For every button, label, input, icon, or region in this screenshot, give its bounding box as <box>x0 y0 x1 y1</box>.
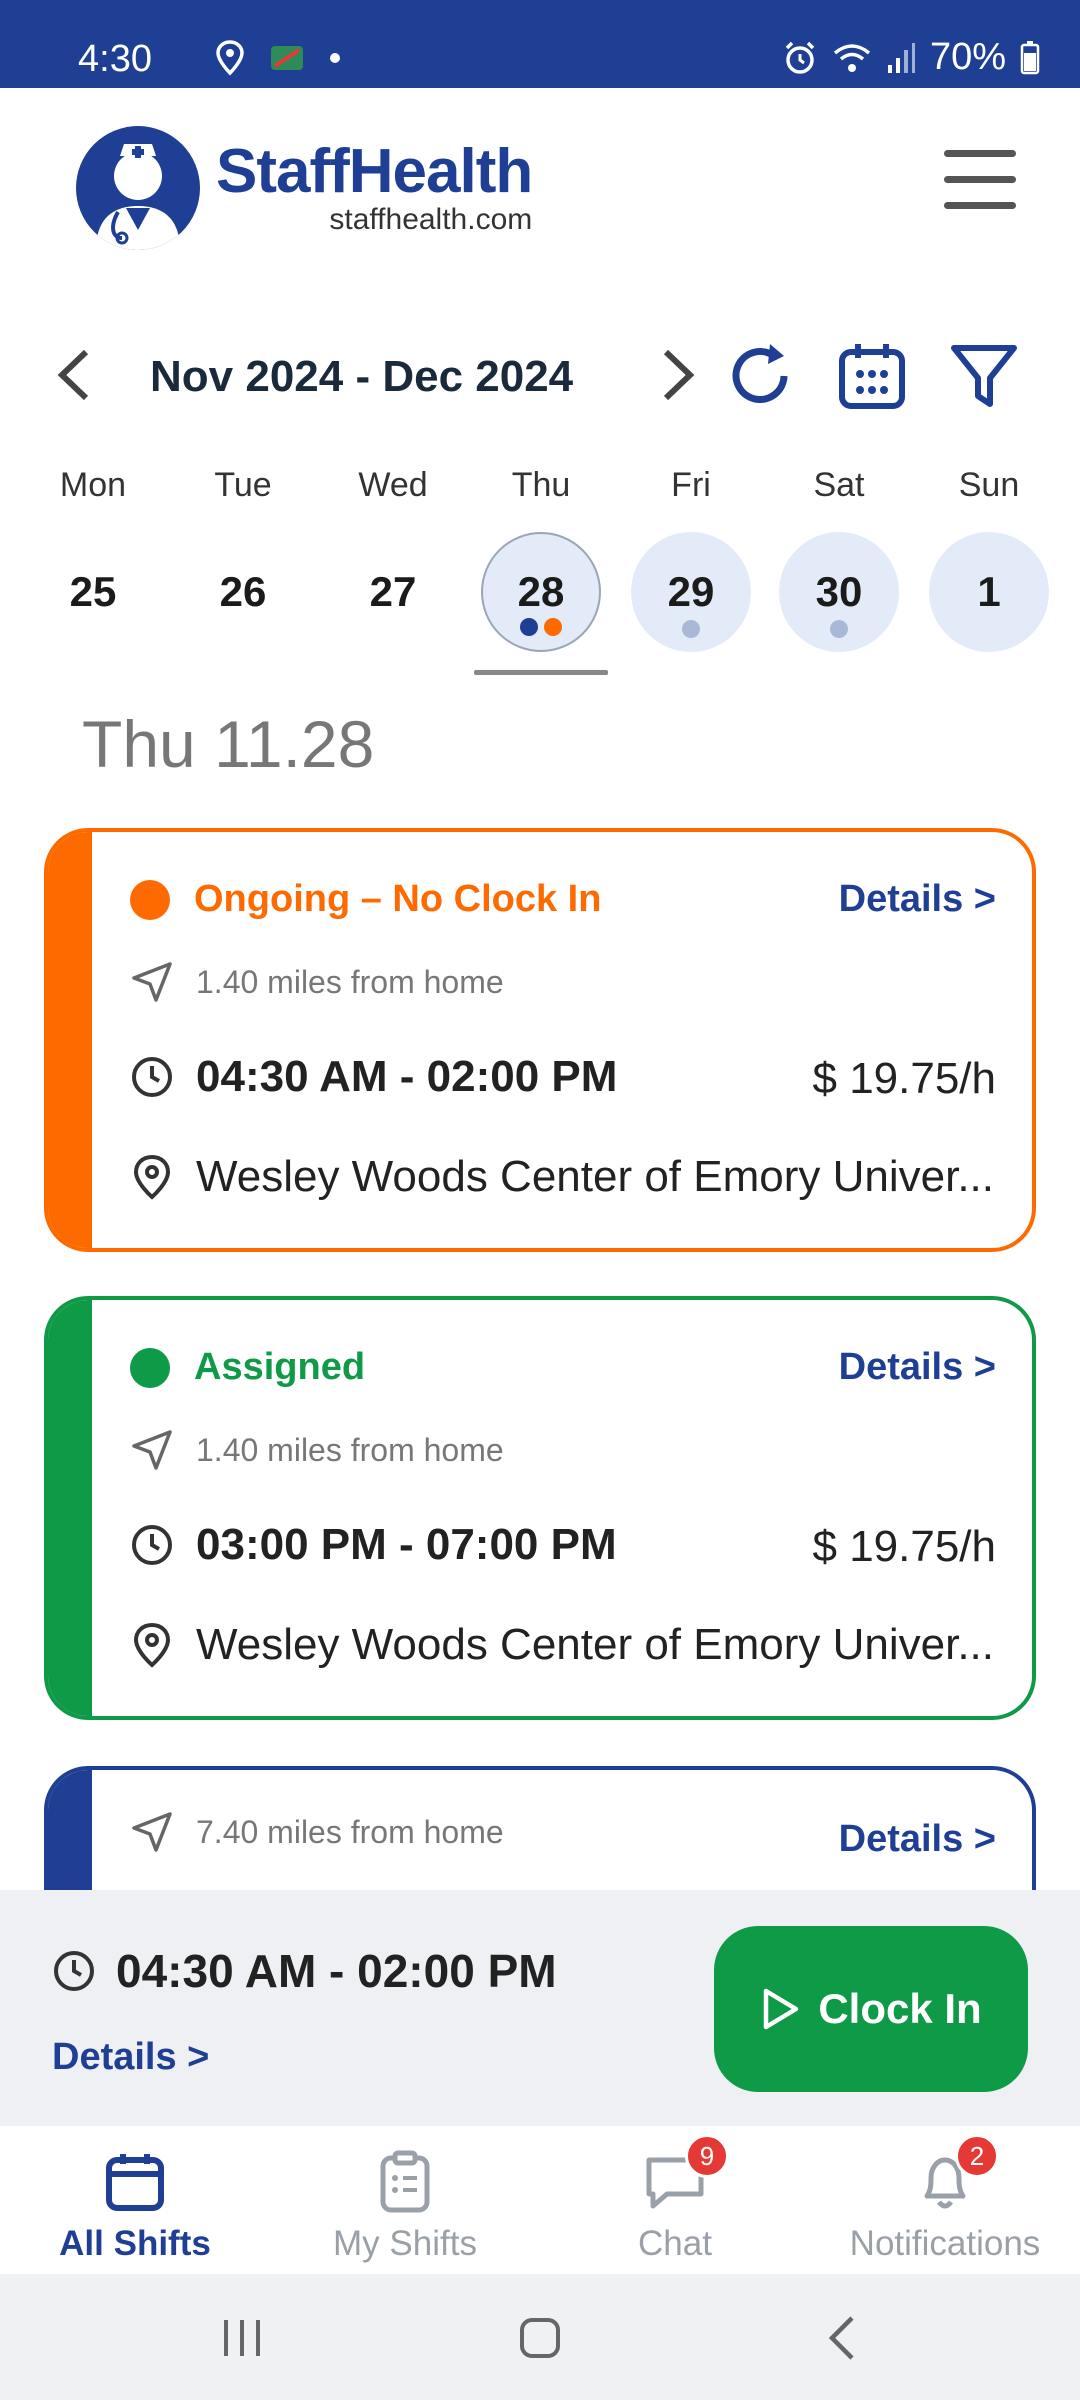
system-navigation-bar <box>0 2274 1080 2400</box>
chevron-right-icon[interactable] <box>656 348 700 402</box>
navigation-arrow-icon <box>132 1812 172 1852</box>
pay-rate: $ 19.75/h <box>812 1522 997 1571</box>
battery-percent: 70% <box>929 36 1006 78</box>
shift-dot <box>544 618 562 636</box>
app-header: StaffHealth staffhealth.com <box>0 88 1080 298</box>
shift-dot <box>830 620 848 638</box>
distance-text: 1.40 miles from home <box>196 963 504 1000</box>
staffhealth-logo[interactable]: StaffHealth staffhealth.com <box>76 126 533 250</box>
day-number-selected: 28 <box>481 532 601 652</box>
recent-apps-icon[interactable] <box>220 2316 264 2360</box>
status-bar: 4:30 70% <box>0 0 1080 88</box>
details-link[interactable]: Details > <box>839 878 996 921</box>
signal-icon <box>887 42 915 73</box>
play-icon <box>764 1988 799 2030</box>
tab-all-shifts[interactable]: All Shifts <box>0 2140 270 2270</box>
app-notification-icon <box>271 46 303 70</box>
active-shift-time: 04:30 AM - 02:00 PM <box>116 1945 557 1997</box>
tab-my-shifts[interactable]: My Shifts <box>270 2140 540 2270</box>
day-wed[interactable]: Wed 27 <box>330 460 456 652</box>
notifications-badge: 2 <box>955 2134 999 2178</box>
active-shift-details-link[interactable]: Details > <box>52 2036 209 2079</box>
date-range-label: Nov 2024 - Dec 2024 <box>150 352 574 401</box>
day-number: 1 <box>929 532 1049 652</box>
day-number: 30 <box>779 532 899 652</box>
clock-icon <box>132 1525 172 1565</box>
nurse-logo-icon <box>76 126 200 250</box>
location-pin-icon <box>133 1622 171 1668</box>
location-icon <box>216 40 244 76</box>
day-tue[interactable]: Tue 26 <box>180 460 306 652</box>
day-thu[interactable]: Thu 28 <box>478 460 604 652</box>
day-number: 26 <box>219 568 267 615</box>
shift-time: 03:00 PM - 07:00 PM <box>196 1520 617 1569</box>
chevron-left-icon[interactable] <box>52 348 96 402</box>
tab-label: Notifications <box>849 2224 1041 2263</box>
bottom-navigation: All Shifts My Shifts 9 Chat 2 Notificati… <box>0 2126 1080 2274</box>
navigation-arrow-icon <box>132 962 172 1002</box>
status-dot <box>130 1347 170 1388</box>
filter-icon[interactable] <box>948 340 1020 412</box>
brand-url: staffhealth.com <box>329 203 533 236</box>
day-number: 27 <box>369 568 417 615</box>
details-link[interactable]: Details > <box>839 1346 996 1389</box>
shift-time: 04:30 AM - 02:00 PM <box>196 1052 618 1101</box>
day-sat[interactable]: Sat 30 <box>776 460 902 652</box>
day-sun[interactable]: Sun 1 <box>926 460 1052 652</box>
tab-label: My Shifts <box>333 2224 477 2263</box>
clock-in-button[interactable]: Clock In <box>714 1926 1028 2092</box>
shift-status: Assigned <box>194 1346 366 1388</box>
clipboard-icon <box>380 2150 430 2213</box>
back-icon[interactable] <box>822 2314 866 2362</box>
calendar-view-icon[interactable] <box>836 340 908 412</box>
dot-icon <box>330 53 340 63</box>
distance-text: 1.40 miles from home <box>196 1431 504 1468</box>
selected-day-indicator <box>474 670 608 675</box>
home-icon[interactable] <box>518 2316 562 2360</box>
shift-card-assigned[interactable]: Assigned Details > 1.40 miles from home … <box>44 1296 1036 1720</box>
shift-status: Ongoing – No Clock In <box>194 878 602 920</box>
calendar-icon <box>106 2154 164 2211</box>
day-number: 25 <box>69 568 117 615</box>
tab-label: Chat <box>638 2224 712 2263</box>
hamburger-menu-icon[interactable] <box>944 150 1016 210</box>
tab-notifications[interactable]: 2 Notifications <box>810 2134 1080 2270</box>
day-mon[interactable]: Mon 25 <box>30 460 156 652</box>
date-navigation: Nov 2024 - Dec 2024 <box>0 330 1080 420</box>
selected-day-heading: Thu 11.28 <box>82 707 375 781</box>
shift-dot <box>682 620 700 638</box>
shift-card-ongoing[interactable]: Ongoing – No Clock In Details > 1.40 mil… <box>44 828 1036 1252</box>
shift-dot <box>520 618 538 636</box>
location-pin-icon <box>133 1154 171 1200</box>
clock-in-label: Clock In <box>818 1985 982 2032</box>
wifi-icon <box>833 43 871 72</box>
day-number: 29 <box>631 532 751 652</box>
shift-location: Wesley Woods Center of Emory Univer... <box>196 1152 994 1201</box>
alarm-icon <box>785 41 815 74</box>
status-time: 4:30 <box>78 38 152 80</box>
shift-location: Wesley Woods Center of Emory Univer... <box>196 1620 994 1669</box>
distance-text: 7.40 miles from home <box>196 1813 504 1850</box>
brand-name: StaffHealth <box>216 137 533 206</box>
active-shift-panel: 04:30 AM - 02:00 PM Details > Clock In <box>0 1890 1080 2126</box>
clock-icon <box>54 1951 94 1991</box>
day-fri[interactable]: Fri 29 <box>628 460 754 652</box>
status-dot <box>130 879 170 920</box>
chat-badge: 9 <box>685 2134 729 2178</box>
details-link[interactable]: Details > <box>839 1818 996 1861</box>
battery-icon <box>1020 40 1040 74</box>
week-strip: Mon 25 Tue 26 Wed 27 Thu 28 Fri 29 Sat 3… <box>0 460 1080 680</box>
clock-icon <box>132 1057 172 1097</box>
tab-chat[interactable]: 9 Chat <box>540 2134 810 2270</box>
tab-label: All Shifts <box>59 2224 211 2263</box>
refresh-icon[interactable] <box>724 340 796 412</box>
pay-rate: $ 19.75/h <box>812 1054 997 1103</box>
navigation-arrow-icon <box>132 1430 172 1470</box>
